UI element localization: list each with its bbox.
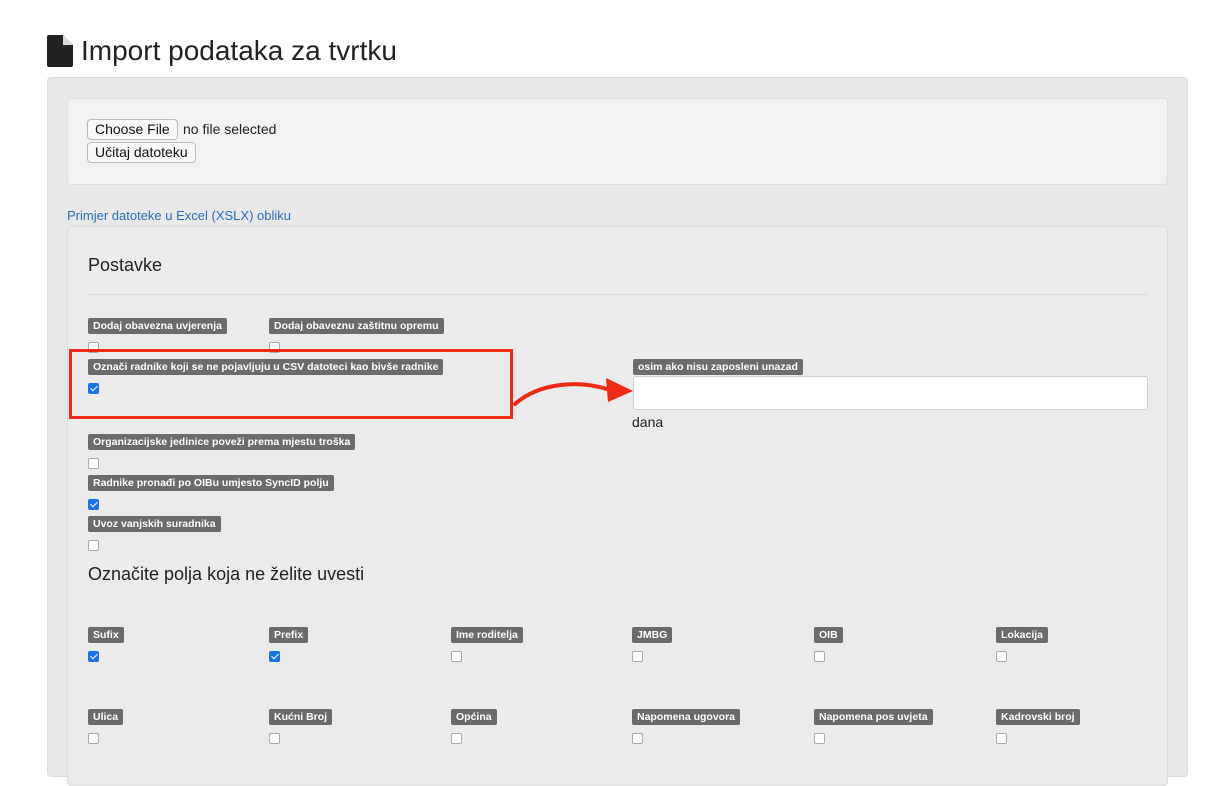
option-label: Radnike pronađi po OIBu umjesto SyncID p… xyxy=(88,475,334,491)
option-checkbox[interactable] xyxy=(88,499,99,510)
file-icon xyxy=(47,35,73,67)
field-checkbox[interactable] xyxy=(88,733,99,744)
page-title: Import podataka za tvrtku xyxy=(81,35,397,66)
days-unit: dana xyxy=(632,414,664,430)
field-checkbox[interactable] xyxy=(996,733,1007,744)
option-label: Uvoz vanjskih suradnika xyxy=(88,516,221,532)
field-label: Sufix xyxy=(88,627,124,643)
field-checkbox[interactable] xyxy=(632,733,643,744)
sample-file-link[interactable]: Primjer datoteke u Excel (XSLX) obliku xyxy=(67,208,291,223)
field-label: Napomena ugovora xyxy=(632,709,741,725)
field-label: Kadrovski broj xyxy=(996,709,1080,725)
field-checkbox[interactable] xyxy=(814,651,825,662)
field-label: Ime roditelja xyxy=(451,627,523,643)
option-label: Organizacijske jedinice poveži prema mje… xyxy=(88,434,356,450)
load-file-button[interactable]: Učitaj datoteku xyxy=(87,142,196,163)
field-checkbox[interactable] xyxy=(451,733,462,744)
field-checkbox[interactable] xyxy=(88,651,99,662)
fields-title: Označite polja koja ne želite uvesti xyxy=(88,564,365,584)
field-label: Lokacija xyxy=(996,627,1049,643)
option-checkbox[interactable] xyxy=(88,540,99,551)
arrow-annotation xyxy=(513,378,633,406)
option-checkbox[interactable] xyxy=(88,458,99,469)
field-label: Općina xyxy=(451,709,497,725)
field-checkbox[interactable] xyxy=(996,651,1007,662)
settings-title: Postavke xyxy=(88,255,163,275)
field-label: JMBG xyxy=(632,627,673,643)
field-checkbox[interactable] xyxy=(451,651,462,662)
upload-well xyxy=(67,98,1168,185)
settings-well xyxy=(67,226,1168,786)
field-checkbox[interactable] xyxy=(814,733,825,744)
settings-divider xyxy=(88,294,1148,295)
field-checkbox[interactable] xyxy=(269,733,280,744)
field-checkbox[interactable] xyxy=(269,651,280,662)
choose-file-button[interactable]: Choose File xyxy=(87,119,178,140)
field-label: Prefix xyxy=(269,627,309,643)
option-label: Označi radnike koji se ne pojavljuju u C… xyxy=(88,359,444,375)
no-file-status: no file selected xyxy=(183,121,277,137)
page-header: Import podataka za tvrtku xyxy=(47,34,397,68)
field-label: Kućni Broj xyxy=(269,709,333,725)
field-label: Ulica xyxy=(88,709,124,725)
days-input[interactable] xyxy=(633,376,1148,410)
option-label: Dodaj obaveznu zaštitnu opremu xyxy=(269,318,444,334)
option-checkbox[interactable] xyxy=(88,383,99,394)
field-label: OIB xyxy=(814,627,843,643)
field-label: Napomena pos uvjeta xyxy=(814,709,933,725)
option-label: Dodaj obavezna uvjerenja xyxy=(88,318,227,334)
field-checkbox[interactable] xyxy=(632,651,643,662)
unless-label: osim ako nisu zaposleni unazad xyxy=(633,359,803,375)
